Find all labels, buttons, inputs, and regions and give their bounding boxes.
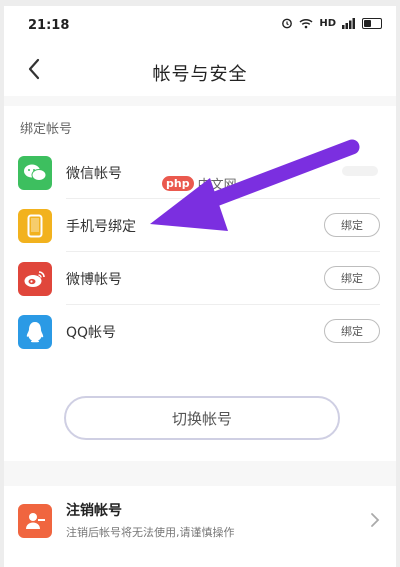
watermark: php 中文网 <box>162 174 237 193</box>
user-remove-icon <box>18 504 52 538</box>
switch-account-button[interactable]: 切换帐号 <box>64 396 340 440</box>
signal-icon <box>342 17 355 29</box>
watermark-badge: php <box>162 176 194 191</box>
account-label: QQ帐号 <box>66 325 117 341</box>
bind-phone-button[interactable]: 绑定 <box>324 213 380 237</box>
account-label: 微信帐号 <box>66 166 122 182</box>
alarm-icon <box>282 18 293 29</box>
cancel-account-title: 注销帐号 <box>66 503 122 519</box>
network-label: HD <box>319 17 336 29</box>
phone-icon <box>18 209 52 243</box>
account-label: 微博帐号 <box>66 272 122 288</box>
weibo-icon <box>18 262 52 296</box>
status-icons: HD <box>281 17 382 29</box>
qq-icon <box>18 315 52 349</box>
watermark-text: 中文网 <box>197 178 237 193</box>
bind-qq-button[interactable]: 绑定 <box>324 319 380 343</box>
bind-weibo-button[interactable]: 绑定 <box>324 266 380 290</box>
section-title: 绑定帐号 <box>20 122 73 137</box>
account-label: 手机号绑定 <box>66 219 136 235</box>
account-row-qq[interactable]: QQ帐号 绑定 <box>4 305 396 357</box>
cancel-account-row[interactable]: 注销帐号 注销后帐号将无法使用,请谨慎操作 <box>4 486 396 567</box>
status-time: 21:18 <box>28 18 70 33</box>
phone-screen: 21:18 HD 帐号与安全 绑定帐号 微信帐号 手机号绑定 绑定 微博帐号 绑… <box>4 6 396 567</box>
page-header: 帐号与安全 <box>4 44 396 96</box>
bound-accounts-section: 绑定帐号 微信帐号 手机号绑定 绑定 微博帐号 绑定 QQ帐号 绑定 切换帐号 <box>4 106 396 461</box>
account-row-weibo[interactable]: 微博帐号 绑定 <box>4 252 396 304</box>
cancel-account-subtitle: 注销后帐号将无法使用,请谨慎操作 <box>66 526 235 539</box>
wechat-icon <box>18 156 52 190</box>
wifi-icon <box>299 18 313 28</box>
chevron-right-icon[interactable] <box>370 512 380 528</box>
wechat-status-blurred <box>342 166 378 176</box>
status-bar: 21:18 HD <box>4 6 396 44</box>
account-row-phone[interactable]: 手机号绑定 绑定 <box>4 199 396 251</box>
battery-icon <box>362 17 382 29</box>
page-title: 帐号与安全 <box>152 64 248 85</box>
